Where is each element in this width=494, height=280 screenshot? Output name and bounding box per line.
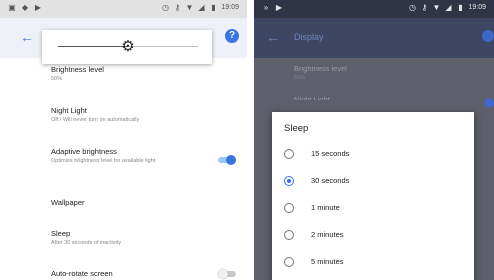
- status-time: 19:09: [221, 4, 239, 11]
- setting-title: Brightness level: [294, 64, 347, 73]
- signal-4g-icon: ◆: [21, 3, 29, 12]
- battery-icon: ▮: [458, 3, 463, 12]
- double-arrow-icon: »: [263, 3, 269, 12]
- brightness-slider-popup: ⚙: [42, 30, 212, 64]
- radio-button[interactable]: [284, 176, 294, 186]
- app-bar: ← Display: [254, 18, 494, 58]
- setting-title: Adaptive brightness: [51, 147, 117, 156]
- radio-label: 1 minute: [311, 203, 340, 212]
- status-bar: » ▶ ◷ ⚷ ▼ ◢ ▮ 19:09: [254, 0, 494, 18]
- setting-summary: Off / Will never turn on automatically: [51, 117, 140, 123]
- back-arrow-icon[interactable]: ←: [20, 29, 34, 45]
- alarm-icon: ◷: [161, 3, 169, 12]
- dimmed-toggle-knob: [484, 98, 494, 108]
- setting-title: Wallpaper: [51, 198, 85, 207]
- setting-night-light[interactable]: Night Light Off / Will never turn on aut…: [51, 106, 231, 124]
- vpn-key-icon: ⚷: [174, 3, 181, 12]
- setting-title-partial: Night Light: [294, 95, 330, 100]
- adaptive-brightness-toggle[interactable]: [218, 155, 236, 165]
- status-time: 19:09: [468, 4, 486, 11]
- alarm-icon: ◷: [408, 3, 416, 12]
- dialog-title: Sleep: [284, 123, 309, 134]
- radio-button[interactable]: [284, 149, 294, 159]
- back-arrow-icon[interactable]: ←: [266, 29, 280, 45]
- cell-signal-icon: ◢: [445, 3, 452, 12]
- status-bar: ▣ ◆ ▶ ◷ ⚷ ▼ ◢ ▮ 19:09: [0, 0, 247, 18]
- setting-summary: Optimize brightness level for available …: [51, 158, 156, 164]
- setting-adaptive-brightness[interactable]: Adaptive brightness Optimize brightness …: [51, 147, 201, 165]
- wifi-icon: ▼: [185, 3, 194, 12]
- toggle-knob: [218, 269, 228, 279]
- setting-brightness-level[interactable]: Brightness level 50%: [51, 65, 231, 83]
- setting-title: Sleep: [51, 229, 71, 238]
- sleep-option-30-seconds[interactable]: 30 seconds: [284, 174, 464, 188]
- radio-label: 30 seconds: [311, 176, 350, 185]
- setting-title: Brightness level: [51, 65, 104, 74]
- sleep-option-15-seconds[interactable]: 15 seconds: [284, 147, 464, 161]
- radio-button[interactable]: [284, 203, 294, 213]
- sleep-option-5-minutes[interactable]: 5 minutes: [284, 255, 464, 269]
- radio-button[interactable]: [284, 257, 294, 267]
- image-icon: ▣: [8, 3, 16, 12]
- radio-label: 5 minutes: [311, 257, 344, 266]
- sleep-dialog: Sleep 15 seconds 30 seconds 1 minute 2 m…: [272, 112, 474, 280]
- setting-auto-rotate[interactable]: Auto-rotate screen: [51, 269, 231, 279]
- help-icon[interactable]: [482, 30, 494, 42]
- toggle-knob: [226, 155, 236, 165]
- vpn-key-icon: ⚷: [421, 3, 428, 12]
- sleep-option-1-minute[interactable]: 1 minute: [284, 201, 464, 215]
- setting-sleep[interactable]: Sleep After 30 seconds of inactivity: [51, 229, 231, 247]
- battery-icon: ▮: [211, 3, 216, 12]
- radio-label: 15 seconds: [311, 149, 350, 158]
- brightness-slider-fill: [58, 46, 128, 47]
- radio-button[interactable]: [284, 230, 294, 240]
- brightness-gear-icon[interactable]: ⚙: [120, 39, 136, 55]
- setting-wallpaper[interactable]: Wallpaper: [51, 198, 231, 208]
- setting-summary: After 30 seconds of inactivity: [51, 240, 122, 246]
- right-screen: » ▶ ◷ ⚷ ▼ ◢ ▮ 19:09 ← Display Brightness…: [254, 0, 494, 280]
- sleep-option-2-minutes[interactable]: 2 minutes: [284, 228, 464, 242]
- left-screen: ▣ ◆ ▶ ◷ ⚷ ▼ ◢ ▮ 19:09 ← ? ⚙ Brightness l…: [0, 0, 247, 280]
- setting-title: Auto-rotate screen: [51, 269, 113, 278]
- play-store-icon: ▶: [34, 3, 42, 12]
- wifi-icon: ▼: [432, 3, 441, 12]
- cell-signal-icon: ◢: [198, 3, 205, 12]
- page-title: Display: [294, 32, 324, 42]
- auto-rotate-toggle[interactable]: [218, 269, 236, 279]
- help-icon[interactable]: ?: [225, 29, 239, 43]
- play-store-icon: ▶: [275, 3, 283, 12]
- setting-summary: 50%: [51, 76, 63, 82]
- setting-summary: 50%: [294, 75, 306, 81]
- radio-label: 2 minutes: [311, 230, 344, 239]
- setting-title: Night Light: [51, 106, 87, 115]
